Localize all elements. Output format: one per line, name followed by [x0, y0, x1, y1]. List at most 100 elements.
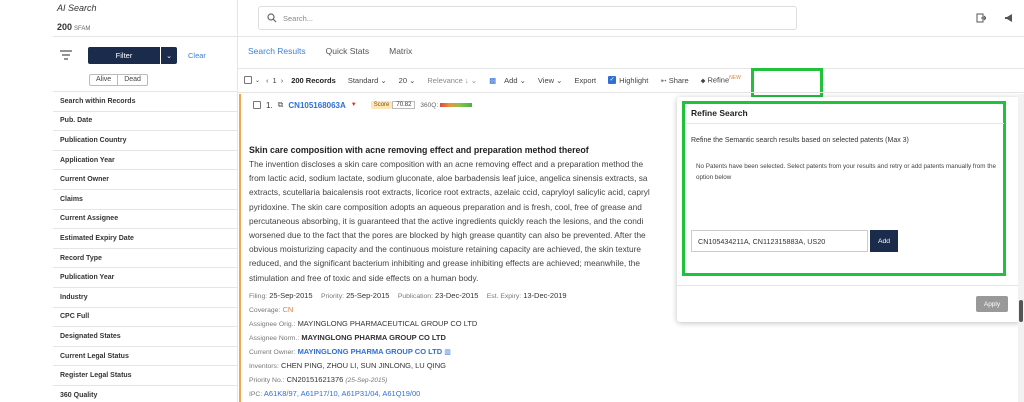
- record-assignee-norm: Assignee Norm.: MAYINGLONG PHARMA GROUP …: [249, 333, 446, 342]
- priority-no-label: Priority No.:: [249, 377, 285, 384]
- external-link-icon[interactable]: ⧉: [278, 100, 284, 110]
- tab-quick-stats[interactable]: Quick Stats: [326, 46, 369, 62]
- current-owner-link[interactable]: MAYINGLONG PHARMA GROUP CO LTD: [298, 347, 443, 356]
- facet-current-legal-status[interactable]: Current Legal Status: [53, 347, 238, 367]
- facet-current-owner[interactable]: Current Owner: [53, 170, 238, 190]
- ipc-label: IPC:: [249, 391, 263, 398]
- filter-button[interactable]: Filter: [88, 47, 160, 64]
- assignee-orig-value: MAYINGLONG PHARMACEUTICAL GROUP CO LTD: [297, 319, 478, 328]
- facet-360-quality[interactable]: 360 Quality: [53, 386, 238, 402]
- expiry-date: 13-Dec-2019: [523, 291, 567, 300]
- highlight-toggle[interactable]: ✓ Highlight: [608, 76, 648, 85]
- add-patents-button[interactable]: Add: [870, 230, 898, 252]
- record-selection-bar: [239, 94, 241, 402]
- scrollbar-thumb[interactable]: [1019, 300, 1023, 322]
- priority-no-value: CN20151621376: [286, 375, 344, 384]
- record-dates: Filing: 25-Sep-2015 Priority: 25-Sep-201…: [249, 291, 567, 300]
- results-toolbar: ⌄ ‹ 1 › 200 Records Standard ⌄ 20 ⌄ Rele…: [244, 72, 753, 88]
- clear-filters-link[interactable]: Clear: [188, 51, 206, 60]
- add-menu-label: Add: [504, 75, 518, 85]
- refine-panel-title: Refine Search: [691, 108, 748, 118]
- facet-application-year[interactable]: Application Year: [53, 151, 238, 171]
- facet-estimated-expiry[interactable]: Estimated Expiry Date: [53, 229, 238, 249]
- search-placeholder: Search...: [283, 13, 314, 23]
- record-checkbox[interactable]: [253, 101, 261, 109]
- filter-dropdown-toggle[interactable]: ⌄: [161, 47, 177, 64]
- save-icon[interactable]: ▩: [489, 76, 496, 85]
- tabs-divider: [238, 68, 1024, 69]
- abstract-line: pyridoxine. The skin care composition ad…: [249, 201, 642, 212]
- view-menu[interactable]: View ⌄: [538, 76, 563, 85]
- per-page-select[interactable]: 20 ⌄: [399, 76, 416, 85]
- tab-search-results[interactable]: Search Results: [248, 46, 306, 62]
- select-all-checkbox[interactable]: [244, 76, 252, 84]
- current-owner-label: Current Owner:: [249, 349, 296, 356]
- apply-button[interactable]: Apply: [976, 296, 1008, 312]
- share-button[interactable]: ➵ Share: [660, 76, 688, 85]
- sort-select[interactable]: Relevance ↓ ⌄: [427, 76, 477, 85]
- highlight-checkbox[interactable]: ✓: [608, 76, 617, 84]
- ipc-code-link[interactable]: A61P31/04,: [341, 389, 380, 398]
- add-menu[interactable]: Add ⌄: [504, 76, 526, 85]
- filter-lines-icon[interactable]: [60, 50, 72, 60]
- alive-toggle[interactable]: Alive: [89, 74, 119, 86]
- facet-cpc-full[interactable]: CPC Full: [53, 308, 238, 328]
- search-type-title: AI Search: [57, 3, 97, 13]
- sidebar-divider: [53, 36, 238, 37]
- search-input[interactable]: Search...: [258, 6, 797, 30]
- facet-designated-states[interactable]: Designated States: [53, 327, 238, 347]
- facet-pub-date[interactable]: Pub. Date: [53, 112, 238, 132]
- view-mode-value: Standard: [347, 75, 379, 85]
- record-priority-no: Priority No.: CN20151621376 (25-Sep-2015…: [249, 375, 387, 384]
- result-count-unit: SFAM: [74, 26, 91, 32]
- sidebar: AI Search 200 SFAM Filter ⌄ Clear Alive D…: [53, 0, 238, 402]
- page-scrollbar[interactable]: [1018, 94, 1024, 402]
- export-button[interactable]: Export: [574, 76, 596, 85]
- tab-matrix[interactable]: Matrix: [389, 46, 412, 62]
- dead-toggle[interactable]: Dead: [118, 74, 148, 86]
- logout-icon[interactable]: [976, 13, 987, 25]
- ipc-code-link[interactable]: A61Q19/00: [382, 389, 420, 398]
- result-count: 200 SFAM: [57, 22, 90, 32]
- assignee-norm-label: Assignee Norm.:: [249, 335, 300, 342]
- refine-highlight-box: [751, 68, 823, 98]
- bar-chart-icon[interactable]: ▥: [444, 349, 451, 356]
- patent-number-link[interactable]: CN105168063A: [288, 101, 345, 110]
- facet-claims[interactable]: Claims: [53, 190, 238, 210]
- facet-industry[interactable]: Industry: [53, 288, 238, 308]
- chevron-down-icon[interactable]: ⌄: [255, 77, 260, 84]
- view-mode-select[interactable]: Standard ⌄: [348, 76, 387, 85]
- facet-record-type[interactable]: Record Type: [53, 249, 238, 269]
- facet-list: Search within Records Pub. Date Publicat…: [53, 91, 238, 402]
- publication-date: 23-Dec-2015: [435, 291, 479, 300]
- refine-button[interactable]: ◆ RefineNEW: [701, 75, 741, 85]
- priority-label: Priority:: [320, 293, 344, 300]
- facet-publication-year[interactable]: Publication Year: [53, 268, 238, 288]
- new-badge: NEW: [729, 75, 741, 82]
- ipc-code-link[interactable]: A61P17/10,: [301, 389, 340, 398]
- facet-search-within[interactable]: Search within Records: [53, 92, 238, 112]
- announcement-icon[interactable]: [1004, 13, 1015, 25]
- score-value: 70.82: [392, 101, 416, 109]
- quality-label: 360Q:: [420, 101, 439, 109]
- abstract-line: The invention discloses a skin care comp…: [249, 159, 644, 169]
- refine-panel-message: No Patents have been selected. Select pa…: [696, 163, 996, 181]
- facet-current-assignee[interactable]: Current Assignee: [53, 210, 238, 230]
- record-inventors: Inventors: CHEN PING, ZHOU LI, SUN JINLO…: [249, 361, 446, 370]
- per-page-value: 20: [398, 75, 407, 85]
- prev-page-icon[interactable]: ‹: [266, 76, 269, 85]
- chevron-down-icon: ⌄: [380, 75, 387, 85]
- publication-label: Publication:: [397, 293, 433, 300]
- facet-register-legal-status[interactable]: Register Legal Status: [53, 366, 238, 386]
- select-all-control[interactable]: ⌄: [244, 76, 260, 84]
- quality-bar: [440, 103, 473, 107]
- chevron-down-icon: ⌄: [519, 75, 526, 85]
- facet-publication-country[interactable]: Publication Country: [53, 131, 238, 151]
- record-title[interactable]: Skin care composition with acne removing…: [249, 145, 589, 155]
- next-page-icon[interactable]: ›: [281, 76, 284, 85]
- assignee-orig-label: Assignee Orig.:: [249, 321, 296, 328]
- abstract-line: extracts, scutellaria baicalensis root e…: [249, 187, 650, 198]
- patent-number-input[interactable]: [691, 230, 868, 252]
- ipc-code-link[interactable]: A61K8/97,: [264, 389, 299, 398]
- coverage-value: CN: [282, 305, 294, 314]
